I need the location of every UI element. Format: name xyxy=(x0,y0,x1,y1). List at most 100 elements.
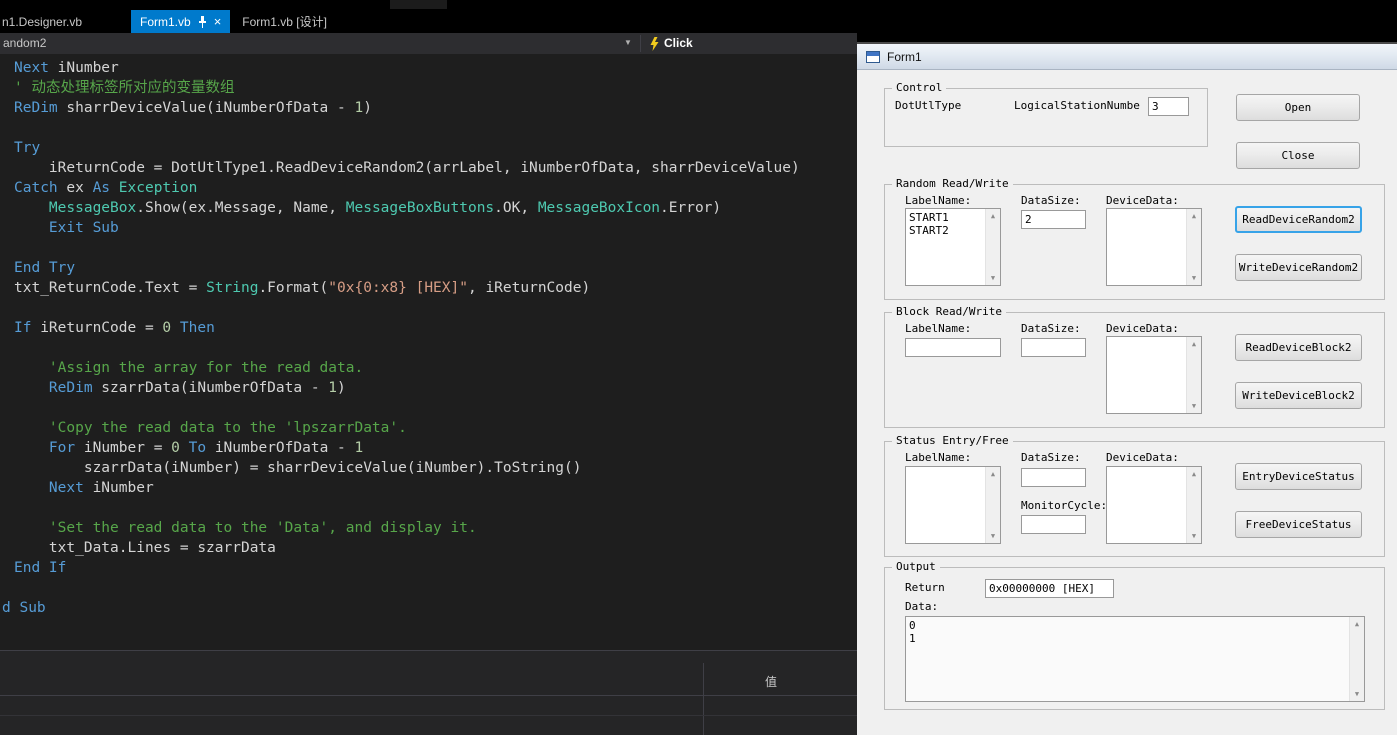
code-line: ReDim sharrDeviceValue(iNumberOfData - 1… xyxy=(14,100,372,116)
code-line: End If xyxy=(14,560,67,576)
open-button[interactable]: Open xyxy=(1236,94,1360,121)
random-devicedata-textarea[interactable]: ▲ ▼ xyxy=(1106,208,1202,286)
random-labelname-textarea[interactable]: START1 START2 ▲ ▼ xyxy=(905,208,1001,286)
entry-device-status-button[interactable]: EntryDeviceStatus xyxy=(1235,463,1362,490)
member-dropdown[interactable]: andom2 ▼ xyxy=(0,33,640,54)
scrollbar[interactable]: ▲ ▼ xyxy=(985,209,1000,285)
logical-station-label: LogicalStationNumbe xyxy=(1014,99,1140,112)
code-area[interactable]: Next iNumber ' 动态处理标签所对应的变量数组 ReDim sharrD… xyxy=(0,54,857,650)
block-labelname-label: LabelName: xyxy=(905,322,972,335)
chevron-down-icon: ▼ xyxy=(624,38,632,47)
scroll-down-icon[interactable]: ▼ xyxy=(986,532,1000,540)
code-line: End Try xyxy=(14,260,76,276)
status-datasize-input[interactable] xyxy=(1021,468,1086,487)
control-group-label: Control xyxy=(892,81,947,94)
random-group-label: Random Read/Write xyxy=(892,177,1013,190)
event-dropdown-label: Click xyxy=(664,36,693,50)
code-line: txt_ReturnCode.Text = String.Format("0x{… xyxy=(14,280,591,296)
close-icon[interactable]: × xyxy=(214,15,222,28)
watch-value-column-header: 值 xyxy=(765,675,778,689)
form-icon xyxy=(866,50,880,63)
form1-window: Form1 Control DotUtlType LogicalStationN… xyxy=(857,42,1397,735)
event-lightning-icon xyxy=(650,37,659,51)
scroll-down-icon[interactable]: ▼ xyxy=(986,274,1000,282)
scroll-down-icon[interactable]: ▼ xyxy=(1187,274,1201,282)
scroll-down-icon[interactable]: ▼ xyxy=(1187,402,1201,410)
code-line: Try xyxy=(14,140,41,156)
form1-title-bar[interactable]: Form1 xyxy=(857,42,1397,70)
dotutltype-label: DotUtlType xyxy=(895,99,962,112)
scroll-up-icon[interactable]: ▲ xyxy=(986,470,1000,478)
scrollbar[interactable]: ▲ ▼ xyxy=(1186,209,1201,285)
watch-header-border xyxy=(0,695,857,696)
write-device-block2-button[interactable]: WriteDeviceBlock2 xyxy=(1235,382,1362,409)
scroll-up-icon[interactable]: ▲ xyxy=(986,212,1000,220)
free-device-status-button[interactable]: FreeDeviceStatus xyxy=(1235,511,1362,538)
code-line: d Sub xyxy=(2,600,46,616)
random-datasize-label: DataSize: xyxy=(1021,194,1081,207)
status-devicedata-label: DeviceData: xyxy=(1106,451,1179,464)
code-line: ReDim szarrData(iNumberOfData - 1) xyxy=(48,380,346,396)
status-labelname-label: LabelName: xyxy=(905,451,972,464)
code-line: Catch ex As Exception xyxy=(14,180,198,196)
code-line: iReturnCode = DotUtlType1.ReadDeviceRand… xyxy=(14,160,800,176)
status-labelname-textarea[interactable]: ▲ ▼ xyxy=(905,466,1001,544)
code-line: MessageBox.Show(ex.Message, Name, Messag… xyxy=(48,200,722,216)
read-device-random2-button[interactable]: ReadDeviceRandom2 xyxy=(1235,206,1362,233)
random-datasize-input[interactable] xyxy=(1021,210,1086,229)
watch-column-divider xyxy=(703,663,704,735)
status-monitorcycle-input[interactable] xyxy=(1021,515,1086,534)
event-dropdown[interactable]: Click xyxy=(641,33,857,54)
code-line: 'Assign the array for the read data. xyxy=(14,360,364,376)
read-device-block2-button[interactable]: ReadDeviceBlock2 xyxy=(1235,334,1362,361)
tab-form1-vb-design[interactable]: Form1.vb [设计] xyxy=(233,10,336,33)
pin-icon[interactable] xyxy=(198,15,207,28)
scroll-down-icon[interactable]: ▼ xyxy=(1350,690,1364,698)
scrollbar[interactable]: ▲ ▼ xyxy=(1349,617,1364,701)
scroll-up-icon[interactable]: ▲ xyxy=(1187,212,1201,220)
block-datasize-input[interactable] xyxy=(1021,338,1086,357)
code-line: Next iNumber xyxy=(48,480,154,496)
block-devicedata-label: DeviceData: xyxy=(1106,322,1179,335)
scroll-up-icon[interactable]: ▲ xyxy=(1350,620,1364,628)
logical-station-input[interactable] xyxy=(1148,97,1189,116)
code-line: For iNumber = 0 To iNumberOfData - 1 xyxy=(48,440,364,456)
random-labelname-label: LabelName: xyxy=(905,194,972,207)
scrollbar[interactable]: ▲ ▼ xyxy=(1186,467,1201,543)
scrollbar[interactable]: ▲ ▼ xyxy=(985,467,1000,543)
status-devicedata-textarea[interactable]: ▲ ▼ xyxy=(1106,466,1202,544)
tab-label: Form1.vb [设计] xyxy=(242,15,327,29)
code-line: 'Copy the read data to the 'lpszarrData'… xyxy=(14,420,407,436)
scrollbar[interactable]: ▲ ▼ xyxy=(1186,337,1201,413)
block-group-label: Block Read/Write xyxy=(892,305,1006,318)
block-datasize-label: DataSize: xyxy=(1021,322,1081,335)
random-devicedata-label: DeviceData: xyxy=(1106,194,1179,207)
watch-panel: 值 xyxy=(0,650,857,735)
form-title: Form1 xyxy=(887,49,922,64)
write-device-random2-button[interactable]: WriteDeviceRandom2 xyxy=(1235,254,1362,281)
code-line: ' 动态处理标签所对应的变量数组 xyxy=(14,80,235,96)
block-devicedata-textarea[interactable]: ▲ ▼ xyxy=(1106,336,1202,414)
tab-form1-vb[interactable]: Form1.vb × xyxy=(131,10,231,33)
status-datasize-label: DataSize: xyxy=(1021,451,1081,464)
scroll-down-icon[interactable]: ▼ xyxy=(1187,532,1201,540)
return-label: Return xyxy=(905,581,945,594)
scroll-up-icon[interactable]: ▲ xyxy=(1187,340,1201,348)
output-data-textarea[interactable]: 0 1 ▲ ▼ xyxy=(905,616,1365,702)
titlebar-fragment xyxy=(390,0,447,9)
block-labelname-input[interactable] xyxy=(905,338,1001,357)
code-line: szarrData(iNumber) = sharrDeviceValue(iN… xyxy=(14,460,582,476)
return-code-input[interactable] xyxy=(985,579,1114,598)
close-button[interactable]: Close xyxy=(1236,142,1360,169)
scroll-up-icon[interactable]: ▲ xyxy=(1187,470,1201,478)
tab-form1-designer-vb[interactable]: n1.Designer.vb xyxy=(0,10,128,33)
tab-label: Form1.vb xyxy=(140,14,191,29)
data-label: Data: xyxy=(905,600,939,613)
